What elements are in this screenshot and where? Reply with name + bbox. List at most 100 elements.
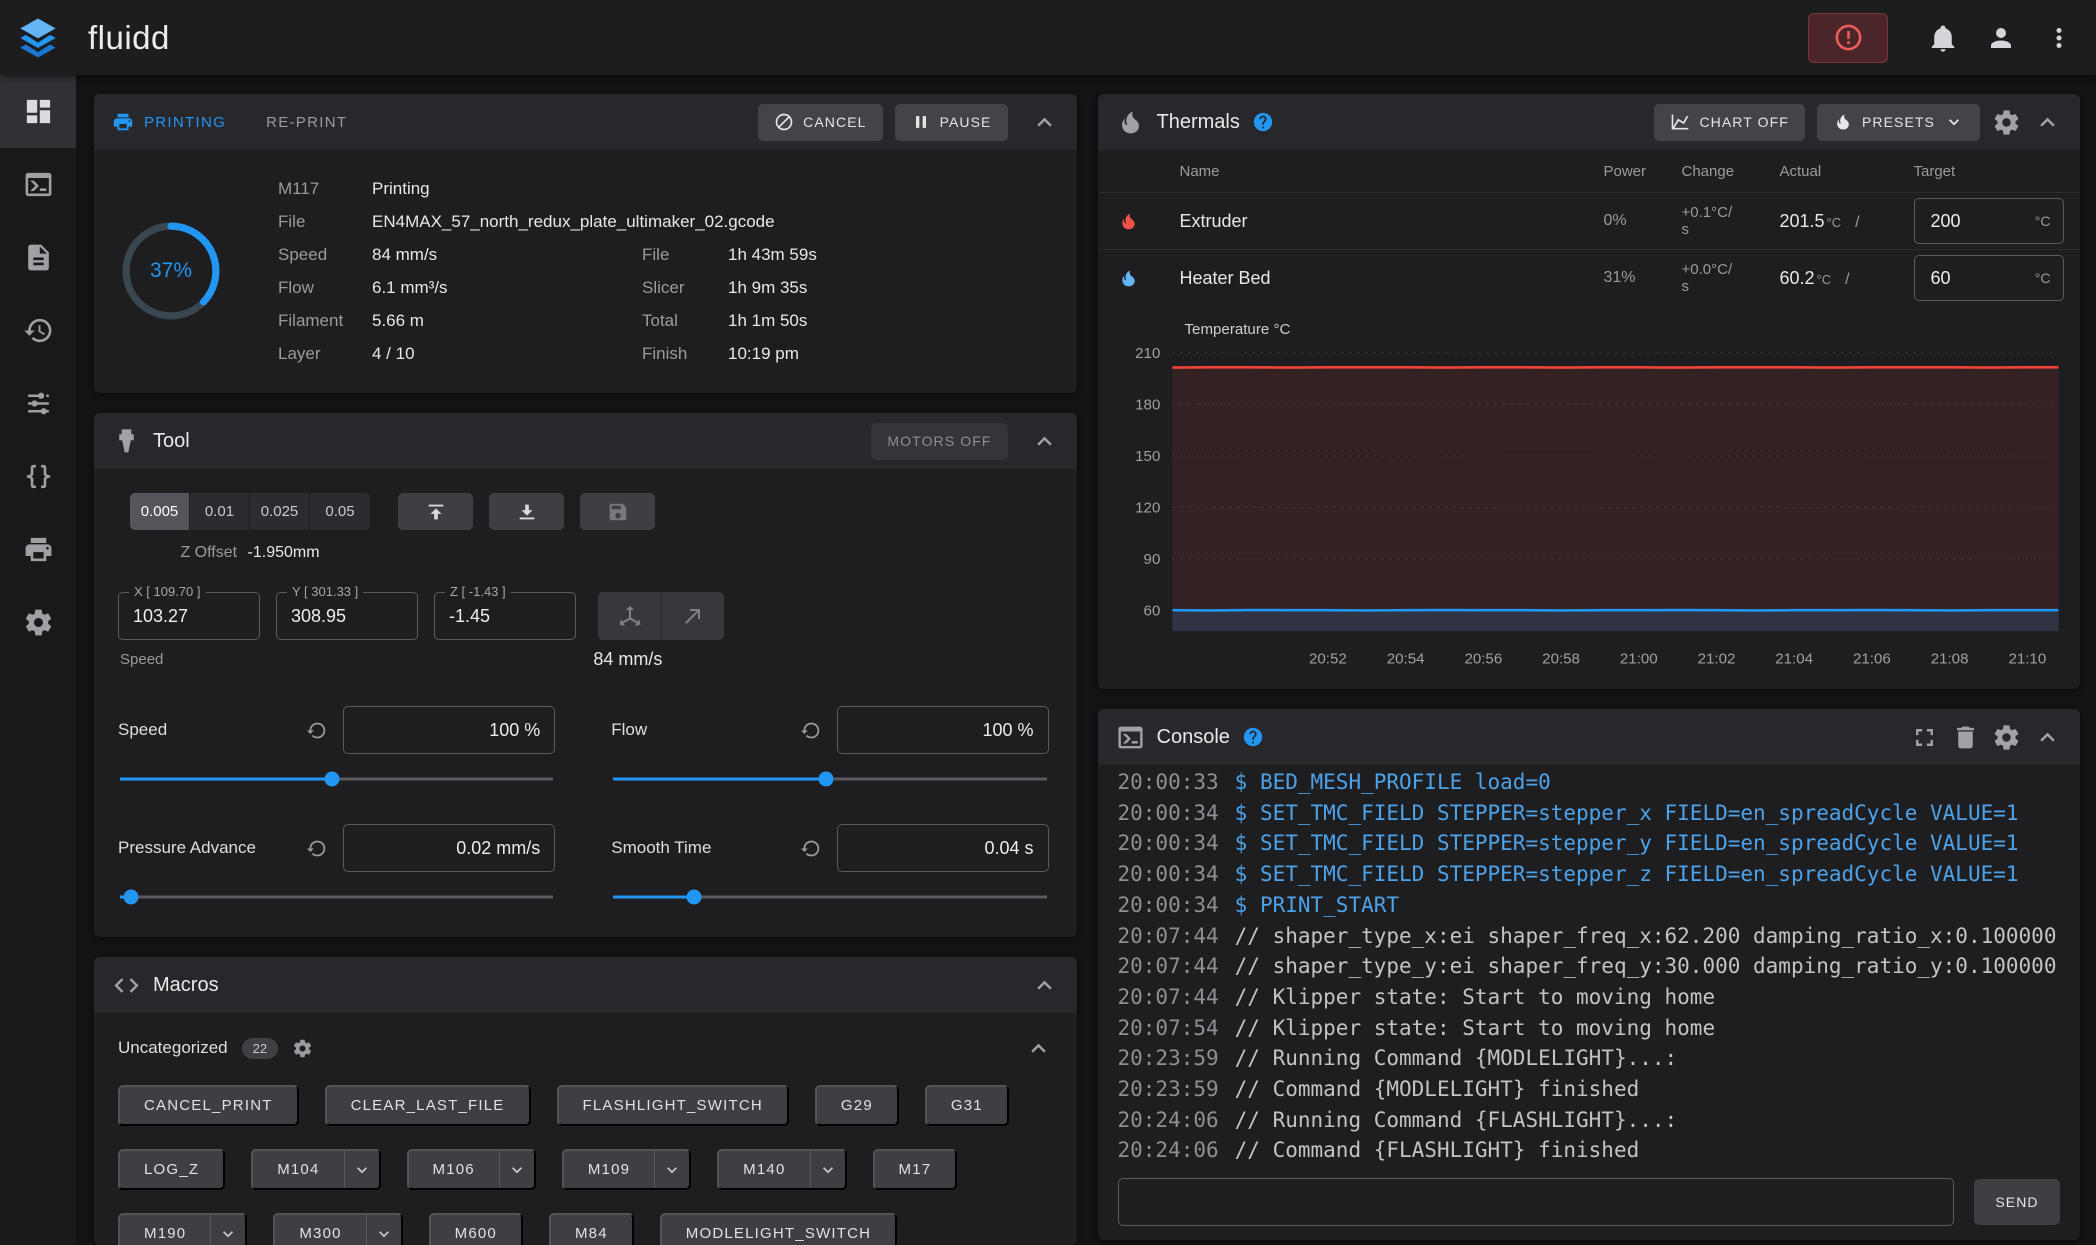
flow-value-input[interactable] [837,706,1049,754]
sidebar-item-console[interactable] [0,148,76,221]
collapse-chevron-icon[interactable] [1030,971,1059,1000]
speed-value-input[interactable] [343,706,555,754]
sidebar-item-history[interactable] [0,294,76,367]
z-offset-save-button[interactable] [580,493,655,530]
reset-icon[interactable] [306,838,327,859]
tab-reprint[interactable]: RE-PRINT [266,114,347,131]
sidebar-item-tune[interactable] [0,367,76,440]
macro-button[interactable]: M84 [549,1213,634,1245]
collapse-chevron-icon[interactable] [1024,1034,1053,1063]
z-step-005[interactable]: 0.05 [310,493,370,530]
macro-button[interactable]: G29 [815,1085,899,1126]
reset-icon[interactable] [306,720,327,741]
bed-target-field[interactable]: °C [1914,255,2064,301]
sidebar-item-gcode-files[interactable] [0,221,76,294]
heater-actual-unit: °C [1817,272,1832,287]
pause-print-button[interactable]: PAUSE [895,104,1008,141]
fluidd-logo-icon[interactable] [0,0,76,75]
slider-thumb[interactable] [124,890,139,905]
smooth-time-slider[interactable] [611,880,1048,914]
presets-button[interactable]: PRESETS [1817,104,1980,141]
fullscreen-icon[interactable] [1910,723,1939,752]
reset-icon[interactable] [800,838,821,859]
sidebar-item-configure[interactable] [0,440,76,513]
tab-printing[interactable]: PRINTING [112,111,226,133]
macro-button-split[interactable]: M140 [717,1149,846,1190]
bed-target-input[interactable] [1915,268,2011,289]
motors-off-button[interactable]: MOTORS OFF [871,423,1007,460]
reset-icon[interactable] [800,720,821,741]
emergency-stop-button[interactable] [1808,13,1888,63]
settings-gear-icon[interactable] [1992,108,2021,137]
smooth-time-label: Smooth Time [611,838,783,858]
heater-name[interactable]: Extruder [1180,211,1604,232]
help-icon[interactable] [1252,111,1274,133]
macro-count-badge: 22 [242,1038,278,1059]
macro-button[interactable]: MODLELIGHT_SWITCH [660,1213,897,1245]
z-step-001[interactable]: 0.01 [190,493,250,530]
smooth-time-input[interactable] [837,824,1049,872]
flow-slider[interactable] [611,762,1048,796]
x-position-field[interactable]: X [ 109.70 ] 103.27 [118,592,260,640]
sidebar-item-printer[interactable] [0,513,76,586]
macro-dropdown[interactable] [654,1151,689,1188]
extruder-target-field[interactable]: °C [1914,198,2064,244]
slider-thumb[interactable] [818,772,833,787]
collapse-chevron-icon[interactable] [2033,723,2062,752]
macro-button[interactable]: CLEAR_LAST_FILE [325,1085,531,1126]
heater-row-bed: Heater Bed 31% +0.0°C/s 60.2 °C / °C [1098,249,2081,306]
macro-dropdown[interactable] [344,1151,379,1188]
collapse-chevron-icon[interactable] [1030,108,1059,137]
notifications-button[interactable] [1914,9,1972,67]
z-position-field[interactable]: Z [ -1.43 ] -1.45 [434,592,576,640]
sidebar-item-dashboard[interactable] [0,75,76,148]
macro-button-split[interactable]: M109 [562,1149,691,1190]
y-position-field[interactable]: Y [ 301.33 ] 308.95 [276,592,418,640]
macro-button[interactable]: G31 [925,1085,1009,1126]
macro-dropdown[interactable] [366,1215,401,1245]
pressure-advance-input[interactable] [343,824,555,872]
col-actual: Actual [1780,163,1914,180]
macro-button-split[interactable]: M190 [118,1213,247,1245]
sidebar-item-settings[interactable] [0,586,76,659]
slider-thumb[interactable] [325,772,340,787]
z-step-0005[interactable]: 0.005 [130,493,190,530]
macro-button-split[interactable]: M300 [273,1213,402,1245]
macro-dropdown[interactable] [499,1151,534,1188]
heater-name[interactable]: Heater Bed [1180,268,1604,289]
macro-button-split[interactable]: M106 [407,1149,536,1190]
cancel-print-button[interactable]: CANCEL [758,104,882,141]
send-button[interactable]: SEND [1974,1179,2060,1225]
z-offset-down-button[interactable] [489,493,564,530]
macro-settings-gear-icon[interactable] [292,1038,313,1059]
speed-slider[interactable] [118,762,555,796]
trash-icon[interactable] [1951,723,1980,752]
macro-button[interactable]: FLASHLIGHT_SWITCH [557,1085,789,1126]
macro-dropdown[interactable] [210,1215,245,1245]
extruder-target-input[interactable] [1915,211,2011,232]
collapse-chevron-icon[interactable] [2033,108,2062,137]
z-offset-up-button[interactable] [398,493,473,530]
console-line: 20:07:44// shaper_type_y:ei shaper_freq_… [1118,949,2061,980]
slider-thumb[interactable] [687,890,702,905]
settings-gear-icon[interactable] [1992,723,2021,752]
account-button[interactable] [1972,9,2030,67]
chart-toggle-button[interactable]: CHART OFF [1654,104,1805,141]
absolute-positioning-button[interactable] [598,592,661,640]
relative-positioning-button[interactable] [661,592,724,640]
help-icon[interactable] [1242,726,1264,748]
heater-flame-icon [1118,211,1139,232]
console-command-input[interactable] [1118,1178,1955,1226]
macro-button[interactable]: CANCEL_PRINT [118,1085,299,1126]
macro-button-split[interactable]: M104 [251,1149,380,1190]
chevron-down-icon [662,1160,682,1180]
collapse-chevron-icon[interactable] [1030,427,1059,456]
overflow-menu-button[interactable] [2030,9,2088,67]
macro-button[interactable]: M17 [873,1149,958,1190]
macro-dropdown[interactable] [810,1151,845,1188]
z-step-0025[interactable]: 0.025 [250,493,310,530]
macro-button[interactable]: M600 [429,1213,523,1245]
macro-button[interactable]: LOG_Z [118,1149,225,1190]
console-log[interactable]: 20:00:33$ BED_MESH_PROFILE load=0 20:00:… [1098,765,2081,1164]
pressure-advance-slider[interactable] [118,880,555,914]
